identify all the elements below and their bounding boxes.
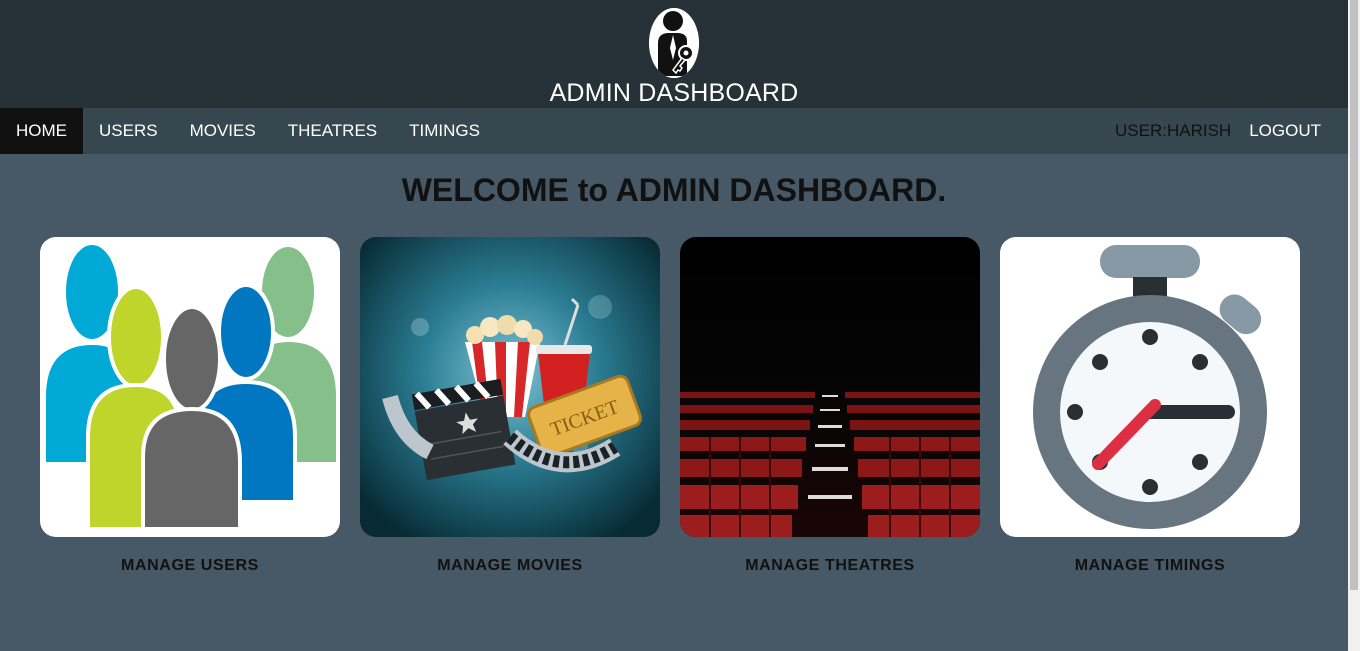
manage-theatres-card[interactable]: MANAGE THEATRES xyxy=(680,237,980,575)
manage-movies-card[interactable]: TICKET MANAGE MOVIES xyxy=(360,237,660,575)
manage-users-card[interactable]: MANAGE USERS xyxy=(40,237,340,575)
nav-right: USER:HARISH LOGOUT xyxy=(1106,108,1348,154)
manage-timings-label[interactable]: MANAGE TIMINGS xyxy=(1075,557,1226,575)
welcome-heading: WELCOME to ADMIN DASHBOARD. xyxy=(401,172,947,208)
top-nav: HOME USERS MOVIES THEATRES TIMINGS USER:… xyxy=(0,108,1348,154)
nav-item-movies[interactable]: MOVIES xyxy=(174,108,272,154)
header: ADMIN DASHBOARD xyxy=(0,0,1348,108)
nav-item-timings[interactable]: TIMINGS xyxy=(393,108,496,154)
current-user-label: USER:HARISH xyxy=(1115,121,1232,140)
nav-item-home[interactable]: HOME xyxy=(0,108,83,154)
manage-movies-label[interactable]: MANAGE MOVIES xyxy=(437,557,583,575)
app-title: ADMIN DASHBOARD xyxy=(549,79,799,107)
vertical-scrollbar[interactable] xyxy=(1348,0,1360,651)
manage-users-label[interactable]: MANAGE USERS xyxy=(121,557,259,575)
admin-key-icon xyxy=(649,8,699,78)
card-grid: MANAGE USERS TICKET MANAGE MOVIES MANAGE… xyxy=(40,237,1300,575)
stopwatch-icon[interactable] xyxy=(1000,237,1300,537)
manage-timings-card[interactable]: MANAGE TIMINGS xyxy=(1000,237,1300,575)
users-group-icon[interactable] xyxy=(40,237,340,537)
nav-item-theatres[interactable]: THEATRES xyxy=(272,108,393,154)
scrollbar-thumb[interactable] xyxy=(1350,0,1358,590)
theatre-seats-icon[interactable] xyxy=(680,237,980,537)
nav-item-users[interactable]: USERS xyxy=(83,108,174,154)
page: ADMIN DASHBOARD HOME USERS MOVIES THEATR… xyxy=(0,0,1348,651)
movies-popcorn-icon[interactable]: TICKET xyxy=(360,237,660,537)
manage-theatres-label[interactable]: MANAGE THEATRES xyxy=(745,557,915,575)
logout-link[interactable]: LOGOUT xyxy=(1240,108,1330,154)
